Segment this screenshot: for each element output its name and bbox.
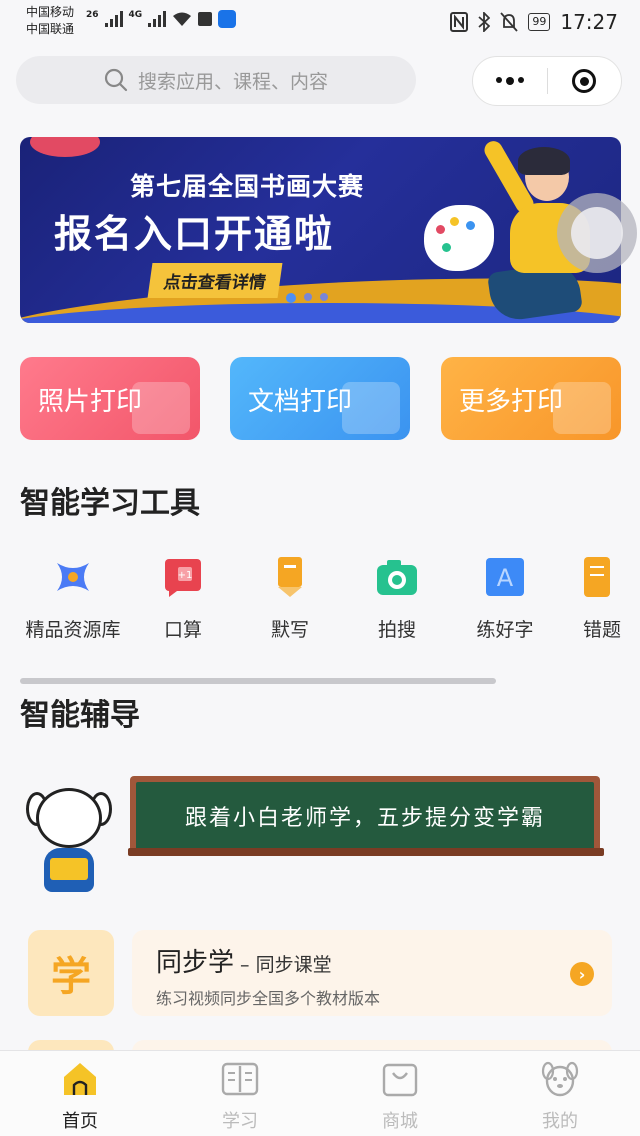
more-print-label: 更多打印 — [459, 387, 564, 417]
status-left-icons: 26 4G — [86, 10, 237, 28]
tool-label: 精品资源库 — [25, 619, 121, 641]
tutor-section-title: 智能辅导 — [20, 698, 140, 733]
wifi-icon — [173, 12, 192, 26]
photo-print-label: 照片打印 — [38, 387, 143, 417]
tool-label: 口算 — [163, 619, 202, 641]
book-icon — [220, 1059, 260, 1099]
chalkboard: 跟着小白老师学，五步提分变学霸 — [130, 776, 600, 856]
document-icon — [342, 382, 400, 434]
carrier-info: 中国移动 中国联通 — [26, 4, 74, 38]
tool-label: 错题 — [583, 619, 622, 641]
course-badge: 学 — [28, 930, 114, 1016]
tool-label: 练好字 — [476, 619, 534, 641]
svg-text:+1: +1 — [178, 570, 193, 581]
search-icon — [104, 68, 128, 92]
tab-home[interactable]: 首页 — [35, 1059, 125, 1133]
tool-mental-math[interactable]: +1 口算 — [138, 555, 228, 642]
banner-cta-button[interactable]: 点击查看详情 — [147, 263, 283, 298]
tool-label: 拍搜 — [377, 619, 416, 641]
network-type-1: 26 — [86, 10, 99, 20]
document-print-button[interactable]: 文档打印 — [230, 357, 410, 440]
more-print-button[interactable]: 更多打印 — [441, 357, 621, 440]
carrier-2: 中国联通 — [26, 22, 75, 36]
resource-library-icon — [57, 563, 89, 591]
status-right-icons: 99 17:27 — [450, 10, 618, 34]
banner-title: 第七届全国书画大赛 — [130, 172, 365, 201]
carousel-indicator — [286, 293, 328, 303]
banner-decoration — [30, 137, 100, 157]
tutor-banner[interactable]: 跟着小白老师学，五步提分变学霸 — [20, 760, 620, 900]
illustration-hair — [518, 147, 570, 175]
chevron-right-icon[interactable]: › — [570, 962, 594, 986]
wrong-questions-icon — [584, 557, 610, 597]
home-icon — [60, 1059, 100, 1099]
shopping-bag-icon — [380, 1059, 420, 1099]
camera-search-icon — [377, 560, 417, 595]
profile-icon — [540, 1059, 580, 1099]
tool-dictation[interactable]: 默写 — [245, 555, 335, 642]
signal-icon-2 — [148, 11, 167, 27]
search-input[interactable]: 搜索应用、课程、内容 — [16, 56, 416, 104]
svg-text:A: A — [497, 564, 514, 592]
heart-icon — [553, 382, 611, 434]
course-subtitle: – 同步课堂 — [234, 954, 332, 976]
chalkboard-text: 跟着小白老师学，五步提分变学霸 — [136, 782, 594, 850]
photo-print-button[interactable]: 照片打印 — [20, 357, 200, 440]
carousel-dot-active[interactable] — [286, 293, 296, 303]
clock: 17:27 — [560, 10, 618, 34]
chalkboard-ledge — [128, 848, 604, 856]
battery-icon: 99 — [528, 13, 551, 31]
promo-banner[interactable]: 第七届全国书画大赛 报名入口开通啦 点击查看详情 — [20, 137, 621, 323]
notification-icon — [198, 12, 213, 26]
carrier-1: 中国移动 — [26, 5, 75, 19]
banner-headline: 报名入口开通啦 — [54, 212, 335, 256]
course-info: 同步学 – 同步课堂 练习视频同步全国多个教材版本 › — [132, 930, 612, 1016]
mental-math-icon: +1 — [165, 559, 201, 597]
target-icon — [572, 69, 597, 93]
signal-icon — [104, 11, 123, 27]
tab-label: 首页 — [62, 1111, 98, 1132]
miniprogram-capsule — [472, 56, 622, 106]
tab-mall[interactable]: 商城 — [355, 1059, 445, 1133]
document-print-label: 文档打印 — [248, 387, 353, 417]
more-menu-button[interactable] — [473, 77, 547, 85]
bottom-tab-bar: 首页 学习 商城 我的 — [0, 1050, 640, 1136]
tools-section-title: 智能学习工具 — [20, 486, 200, 521]
tab-label: 学习 — [222, 1111, 258, 1132]
dog-mascot-icon — [26, 788, 112, 898]
search-placeholder: 搜索应用、课程、内容 — [137, 70, 328, 93]
tab-profile[interactable]: 我的 — [515, 1059, 605, 1133]
dictation-icon — [278, 557, 302, 597]
tool-resource-library[interactable]: 精品资源库 — [18, 555, 128, 642]
tool-handwriting[interactable]: A 练好字 — [460, 555, 550, 642]
tab-label: 商城 — [382, 1111, 418, 1132]
close-miniprogram-button[interactable] — [548, 69, 622, 93]
handwriting-icon: A — [486, 558, 524, 596]
course-card-sync-learning[interactable]: 学 同步学 – 同步课堂 练习视频同步全国多个教材版本 › — [28, 930, 612, 1016]
nfc-icon — [450, 12, 469, 32]
tab-study[interactable]: 学习 — [195, 1059, 285, 1133]
tool-camera-search[interactable]: 拍搜 — [352, 555, 442, 642]
status-bar: 中国移动 中国联通 26 4G 99 17:27 — [0, 0, 640, 44]
carousel-dot[interactable] — [304, 293, 312, 301]
photo-icon — [132, 382, 190, 434]
floating-assistive-button[interactable] — [557, 193, 637, 273]
mute-icon — [500, 12, 519, 32]
bluetooth-icon — [478, 12, 491, 32]
course-description: 练习视频同步全国多个教材版本 — [156, 989, 381, 1008]
learning-tools-list: 精品资源库 +1 口算 默写 拍搜 A 练好字 错题 — [0, 555, 640, 645]
tools-scrollbar[interactable] — [20, 678, 496, 684]
course-name: 同步学 — [156, 948, 235, 978]
paint-palette-icon — [424, 205, 494, 271]
network-type-2: 4G — [128, 10, 143, 20]
course-name-line: 同步学 – 同步课堂 — [156, 942, 612, 979]
carousel-dot[interactable] — [320, 293, 328, 301]
tool-label: 默写 — [270, 619, 309, 641]
tab-label: 我的 — [542, 1111, 578, 1132]
tool-wrong-questions[interactable]: 错题 — [568, 555, 638, 642]
shield-icon — [218, 10, 237, 28]
